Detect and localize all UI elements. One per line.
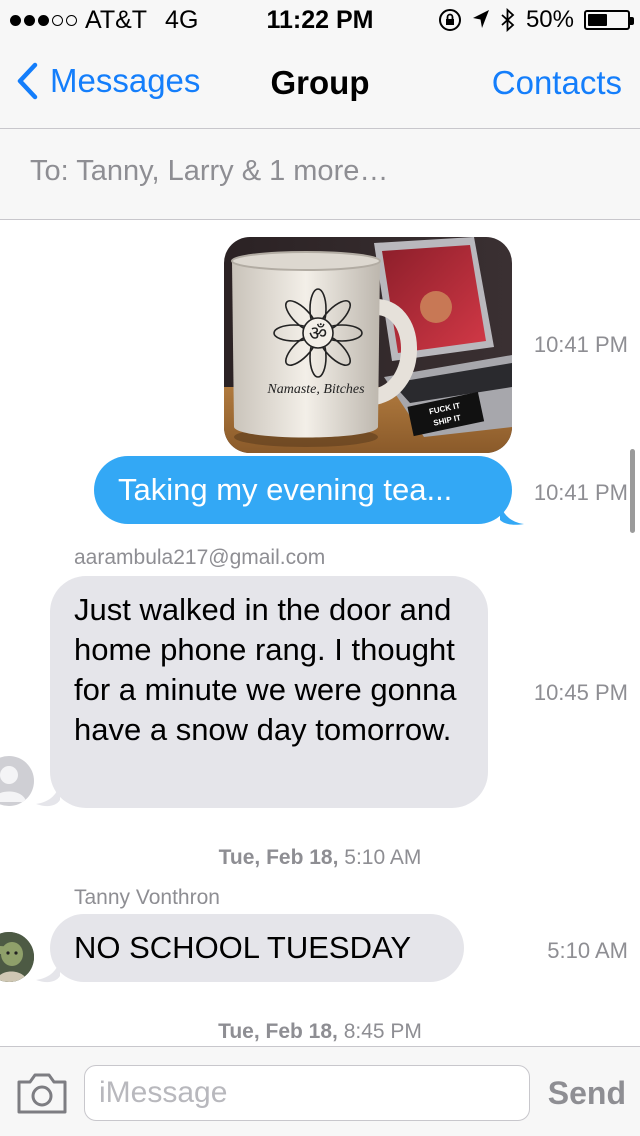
incoming-message-bubble[interactable]: NO SCHOOL TUESDAY <box>50 914 464 982</box>
message-text: NO SCHOOL TUESDAY <box>74 930 412 965</box>
message-text: Taking my evening tea... <box>118 472 453 507</box>
person-placeholder-icon <box>0 766 26 802</box>
outgoing-message-bubble[interactable]: Taking my evening tea... <box>94 456 512 524</box>
status-right: 50% <box>438 6 634 34</box>
message-input-bar: Send <box>0 1046 640 1136</box>
date-separator-day: Tue, Feb 18, <box>218 846 339 869</box>
conversation-view[interactable]: FUCK IT SHIP IT ॐ Namaste, Bitches 10:41 <box>0 220 640 1046</box>
date-separator-day: Tue, Feb 18, <box>218 1020 338 1043</box>
avatar[interactable] <box>0 932 34 982</box>
photo-message[interactable]: FUCK IT SHIP IT ॐ Namaste, Bitches <box>224 237 512 453</box>
message-timestamp: 10:41 PM <box>533 332 628 357</box>
incoming-message-bubble[interactable]: Just walked in the door and home phone r… <box>50 576 488 808</box>
message-timestamp: 5:10 AM <box>547 938 628 963</box>
recipients-field[interactable]: To: Tanny, Larry & 1 more… <box>0 128 640 220</box>
battery-icon <box>584 10 634 30</box>
navigation-bar: Messages Group Contacts <box>0 40 640 128</box>
mug-caption: Namaste, Bitches <box>266 382 365 397</box>
recipients-text: To: Tanny, Larry & 1 more… <box>30 155 389 187</box>
battery-percent: 50% <box>525 6 574 33</box>
bubble-tail <box>36 958 60 983</box>
send-button[interactable]: Send <box>548 1075 626 1112</box>
svg-text:ॐ: ॐ <box>309 321 327 345</box>
date-separator-time: 5:10 AM <box>344 846 422 869</box>
mug-photo: FUCK IT SHIP IT ॐ Namaste, Bitches <box>224 237 512 453</box>
bubble-tail <box>36 782 60 807</box>
scroll-indicator[interactable] <box>630 449 635 533</box>
sender-name: Tanny Vonthron <box>74 886 220 909</box>
message-input[interactable] <box>84 1065 530 1121</box>
message-timestamp: 10:41 PM <box>533 480 628 505</box>
sender-name: aarambula217@gmail.com <box>74 546 326 569</box>
date-separator: Tue, Feb 18, 8:45 PM <box>0 1020 640 1044</box>
rotation-lock-icon <box>438 9 461 31</box>
contact-photo <box>0 932 34 982</box>
status-bar: AT&T 4G 11:22 PM 50% <box>0 0 640 40</box>
message-timestamp: 10:45 PM <box>533 680 628 705</box>
battery-tip <box>630 17 634 25</box>
date-separator: Tue, Feb 18, 5:10 AM <box>0 846 640 870</box>
message-text: Just walked in the door and home phone r… <box>74 592 457 747</box>
contacts-button[interactable]: Contacts <box>492 64 622 102</box>
battery-level-fill <box>588 14 607 26</box>
avatar[interactable] <box>0 756 34 806</box>
bubble-tail <box>500 502 524 525</box>
bluetooth-icon <box>501 8 515 32</box>
camera-icon[interactable] <box>16 1071 68 1115</box>
date-separator-time: 8:45 PM <box>343 1020 422 1043</box>
location-arrow-icon <box>472 10 489 28</box>
